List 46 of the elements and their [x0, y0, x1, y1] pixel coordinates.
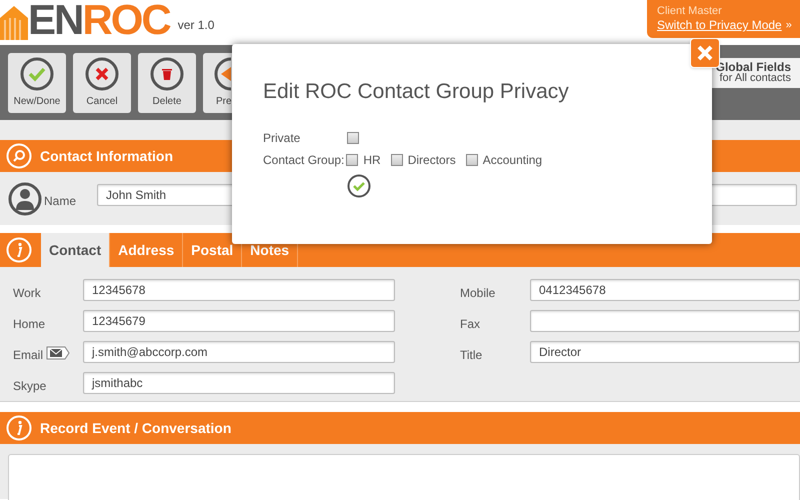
- trash-icon: [150, 56, 184, 90]
- search-icon: [6, 143, 32, 169]
- group-checkbox[interactable]: [346, 154, 358, 166]
- group-checkbox[interactable]: [466, 154, 478, 166]
- chevron-text: »: [786, 20, 792, 30]
- version-text: ver 1.0: [178, 17, 214, 34]
- toolbar-button[interactable]: Cancel: [73, 52, 131, 112]
- close-icon: [697, 45, 713, 61]
- field-label: Title: [460, 347, 484, 364]
- close-icon: [85, 56, 119, 90]
- group-label: Directors: [408, 152, 456, 168]
- private-checkbox[interactable]: [347, 132, 359, 144]
- envelope-icon[interactable]: [46, 346, 70, 360]
- text-field[interactable]: [530, 310, 800, 332]
- field-label: Email: [13, 347, 44, 364]
- text-field[interactable]: 0412345678: [530, 279, 800, 301]
- field-label: Work: [13, 285, 41, 302]
- confirm-check-icon[interactable]: [347, 174, 371, 198]
- group-label: Accounting: [482, 152, 542, 168]
- contact-group-label: Contact Group:: [263, 152, 344, 168]
- check-icon: [20, 56, 54, 90]
- section-title: Contact Information: [40, 146, 173, 166]
- house-logo-icon: [0, 4, 28, 40]
- text-field[interactable]: Director: [530, 341, 800, 363]
- text-field[interactable]: 12345678: [83, 279, 395, 301]
- text-field[interactable]: j.smith@abccorp.com: [83, 341, 395, 363]
- field-label: Fax: [460, 316, 482, 333]
- group-label: HR: [363, 152, 381, 168]
- section-title: Record Event / Conversation: [40, 418, 232, 438]
- account-name: Client Master: [657, 6, 723, 17]
- modal-title: Edit ROC Contact Group Privacy: [263, 79, 570, 105]
- private-label: Private: [263, 130, 302, 146]
- tab[interactable]: Contact: [41, 233, 110, 267]
- group-checkbox[interactable]: [390, 154, 403, 166]
- text-field[interactable]: 12345679: [83, 310, 395, 332]
- toolbar-button[interactable]: New/Done: [8, 52, 66, 112]
- field-label: Home: [13, 316, 46, 333]
- toolbar-button[interactable]: Delete: [138, 52, 196, 112]
- field-label: Mobile: [460, 285, 496, 302]
- name-label: Name: [44, 192, 76, 210]
- info-icon: [6, 415, 32, 441]
- person-avatar-icon: [8, 182, 42, 216]
- info-icon: [6, 237, 32, 263]
- field-label: Skype: [13, 378, 46, 395]
- text-field[interactable]: jsmithabc: [83, 372, 395, 394]
- logo-text: ENROC: [28, 0, 170, 40]
